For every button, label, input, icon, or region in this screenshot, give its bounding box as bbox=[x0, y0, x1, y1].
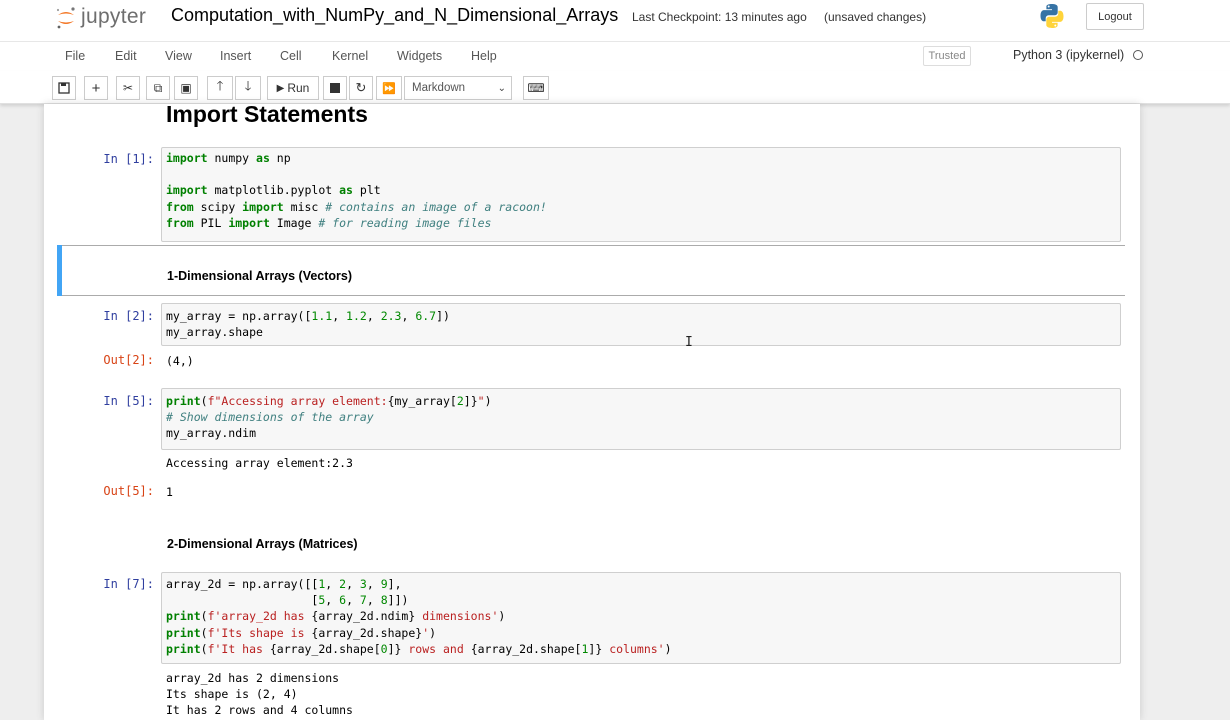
command-palette-button[interactable]: ⌨ bbox=[523, 76, 549, 100]
insert-cell-button[interactable]: + bbox=[84, 76, 108, 100]
heading-2d-arrays: 2-Dimensional Arrays (Matrices) bbox=[167, 537, 358, 551]
restart-button[interactable]: ↻ bbox=[349, 76, 373, 100]
cut-button[interactable]: ✂ bbox=[116, 76, 140, 100]
save-button[interactable] bbox=[52, 76, 76, 100]
notebook-name[interactable]: Computation_with_NumPy_and_N_Dimensional… bbox=[171, 5, 618, 26]
paste-icon: ▣ bbox=[180, 81, 192, 95]
kernel-name[interactable]: Python 3 (ipykernel) bbox=[1013, 48, 1124, 62]
stdout-7: array_2d has 2 dimensions Its shape is (2… bbox=[166, 670, 353, 719]
jupyter-logo[interactable]: jupyter bbox=[55, 3, 146, 31]
output-prompt-2: Out[2]: bbox=[103, 353, 154, 367]
jupyter-logo-icon bbox=[55, 6, 77, 29]
menu-kernel[interactable]: Kernel bbox=[332, 49, 368, 63]
restart-run-all-button[interactable]: ⏩ bbox=[376, 76, 402, 100]
menu-view[interactable]: View bbox=[165, 49, 192, 63]
code-cell-7-source[interactable]: array_2d = np.array([[1, 2, 3, 9], [5, 6… bbox=[166, 576, 672, 657]
input-prompt-7: In [7]: bbox=[103, 577, 154, 591]
output-2: (4,) bbox=[166, 354, 194, 368]
heading-1d-arrays: 1-Dimensional Arrays (Vectors) bbox=[167, 269, 353, 283]
menu-edit[interactable]: Edit bbox=[115, 49, 137, 63]
move-up-button[interactable]: 🡑 bbox=[207, 76, 233, 100]
interrupt-button[interactable] bbox=[323, 76, 347, 100]
notebook-container: Import Statements In [1]: import numpy a… bbox=[44, 104, 1140, 720]
notebook-header: jupyter Computation_with_NumPy_and_N_Dim… bbox=[0, 0, 1230, 41]
fast-forward-icon: ⏩ bbox=[382, 82, 396, 95]
play-icon: ▶ bbox=[276, 82, 285, 94]
run-button[interactable]: ▶ Run bbox=[267, 76, 319, 100]
menu-cell[interactable]: Cell bbox=[280, 49, 302, 63]
move-down-button[interactable]: 🡓 bbox=[235, 76, 261, 100]
stdout-7-line-1: array_2d has 2 dimensions bbox=[166, 671, 340, 685]
menu-file[interactable]: File bbox=[65, 49, 85, 63]
input-prompt-5: In [5]: bbox=[103, 394, 154, 408]
logout-button[interactable]: Logout bbox=[1086, 3, 1144, 30]
plus-icon: + bbox=[91, 79, 101, 97]
keyboard-icon: ⌨ bbox=[527, 81, 545, 95]
cell-type-select[interactable]: Markdown ⌄ bbox=[404, 76, 512, 100]
stdout-5: Accessing array element:2.3 bbox=[166, 456, 353, 470]
chevron-down-icon: ⌄ bbox=[497, 83, 506, 94]
stdout-7-line-3: It has 2 rows and 4 columns bbox=[166, 703, 353, 718]
code-cell-2-source[interactable]: my_array = np.array([1.1, 1.2, 2.3, 6.7]… bbox=[166, 308, 450, 340]
menu-insert[interactable]: Insert bbox=[220, 49, 251, 63]
copy-icon: ⧉ bbox=[153, 80, 163, 95]
arrow-up-icon: 🡑 bbox=[216, 78, 224, 93]
scissors-icon: ✂ bbox=[122, 81, 134, 95]
code-cell-1-source[interactable]: import numpy as np import matplotlib.pyp… bbox=[166, 150, 547, 231]
run-label: Run bbox=[287, 81, 310, 95]
input-prompt-2: In [2]: bbox=[103, 309, 154, 323]
toolbar: + ✂ ⧉ ▣ 🡑 🡓 ▶ Run ↻ ⏩ ⌨ bbox=[0, 71, 1230, 104]
checkpoint-status: Last Checkpoint: 13 minutes ago bbox=[632, 10, 807, 24]
arrow-down-icon: 🡓 bbox=[244, 78, 252, 93]
selected-cell-indicator bbox=[57, 245, 62, 296]
menu-help[interactable]: Help bbox=[471, 49, 497, 63]
menu-widgets[interactable]: Widgets bbox=[397, 49, 442, 63]
output-5: 1 bbox=[166, 485, 173, 499]
python-logo-icon bbox=[1038, 2, 1066, 30]
heading-import-statements: Import Statements bbox=[166, 104, 368, 127]
kernel-idle-icon bbox=[1133, 50, 1143, 60]
input-prompt-1: In [1]: bbox=[103, 152, 154, 166]
copy-button[interactable]: ⧉ bbox=[146, 76, 170, 100]
logo-text: jupyter bbox=[81, 5, 147, 28]
save-icon bbox=[58, 82, 70, 94]
stop-icon bbox=[330, 83, 340, 93]
output-prompt-5: Out[5]: bbox=[103, 484, 154, 498]
stdout-7-line-2: Its shape is (2, 4) bbox=[166, 687, 298, 702]
paste-button[interactable]: ▣ bbox=[174, 76, 198, 100]
cell-type-value: Markdown bbox=[412, 82, 466, 94]
text-cursor-icon: I bbox=[685, 335, 693, 350]
trusted-indicator[interactable]: Trusted bbox=[923, 46, 971, 66]
autosave-status: (unsaved changes) bbox=[824, 10, 927, 24]
restart-icon: ↻ bbox=[355, 80, 367, 95]
code-cell-5-source[interactable]: print(f"Accessing array element:{my_arra… bbox=[166, 393, 492, 442]
